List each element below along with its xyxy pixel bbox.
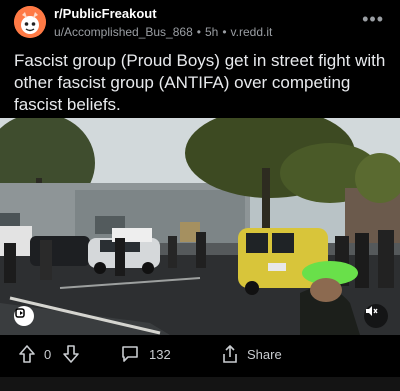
share-icon — [223, 345, 237, 363]
video-player[interactable] — [0, 118, 400, 335]
downvote-button[interactable] — [62, 344, 80, 364]
post-title[interactable]: Fascist group (Proud Boys) get in street… — [14, 50, 386, 116]
separator-dot: • — [196, 25, 201, 39]
downvote-arrow-icon — [63, 345, 79, 363]
subreddit-avatar[interactable] — [14, 6, 46, 38]
comment-count: 132 — [149, 346, 171, 362]
video-frame — [0, 118, 400, 335]
next-post-divider — [0, 377, 400, 391]
post-domain[interactable]: v.redd.it — [231, 25, 273, 39]
more-options-icon[interactable]: ••• — [362, 10, 384, 28]
comments-button[interactable]: 132 — [120, 344, 171, 364]
post-byline: u/Accomplished_Bus_868 • 5h • v.redd.it — [54, 24, 272, 40]
comment-bubble-icon — [122, 346, 138, 362]
subreddit-name[interactable]: r/PublicFreakout — [54, 6, 272, 22]
post-actions: 0 132 Share — [0, 338, 400, 372]
post-meta: r/PublicFreakout u/Accomplished_Bus_868 •… — [54, 6, 272, 40]
separator-dot: • — [222, 25, 227, 39]
mute-icon[interactable] — [364, 304, 388, 328]
post-header: r/PublicFreakout u/Accomplished_Bus_868 •… — [0, 0, 400, 44]
vote-count: 0 — [44, 347, 52, 362]
upvote-button[interactable] — [18, 344, 36, 364]
share-button[interactable]: Share — [220, 344, 282, 364]
upvote-arrow-icon — [19, 345, 35, 363]
share-label: Share — [247, 346, 282, 362]
reddit-video-icon[interactable] — [14, 306, 34, 326]
author-name[interactable]: u/Accomplished_Bus_868 — [54, 25, 193, 39]
post-age: 5h — [204, 25, 219, 39]
